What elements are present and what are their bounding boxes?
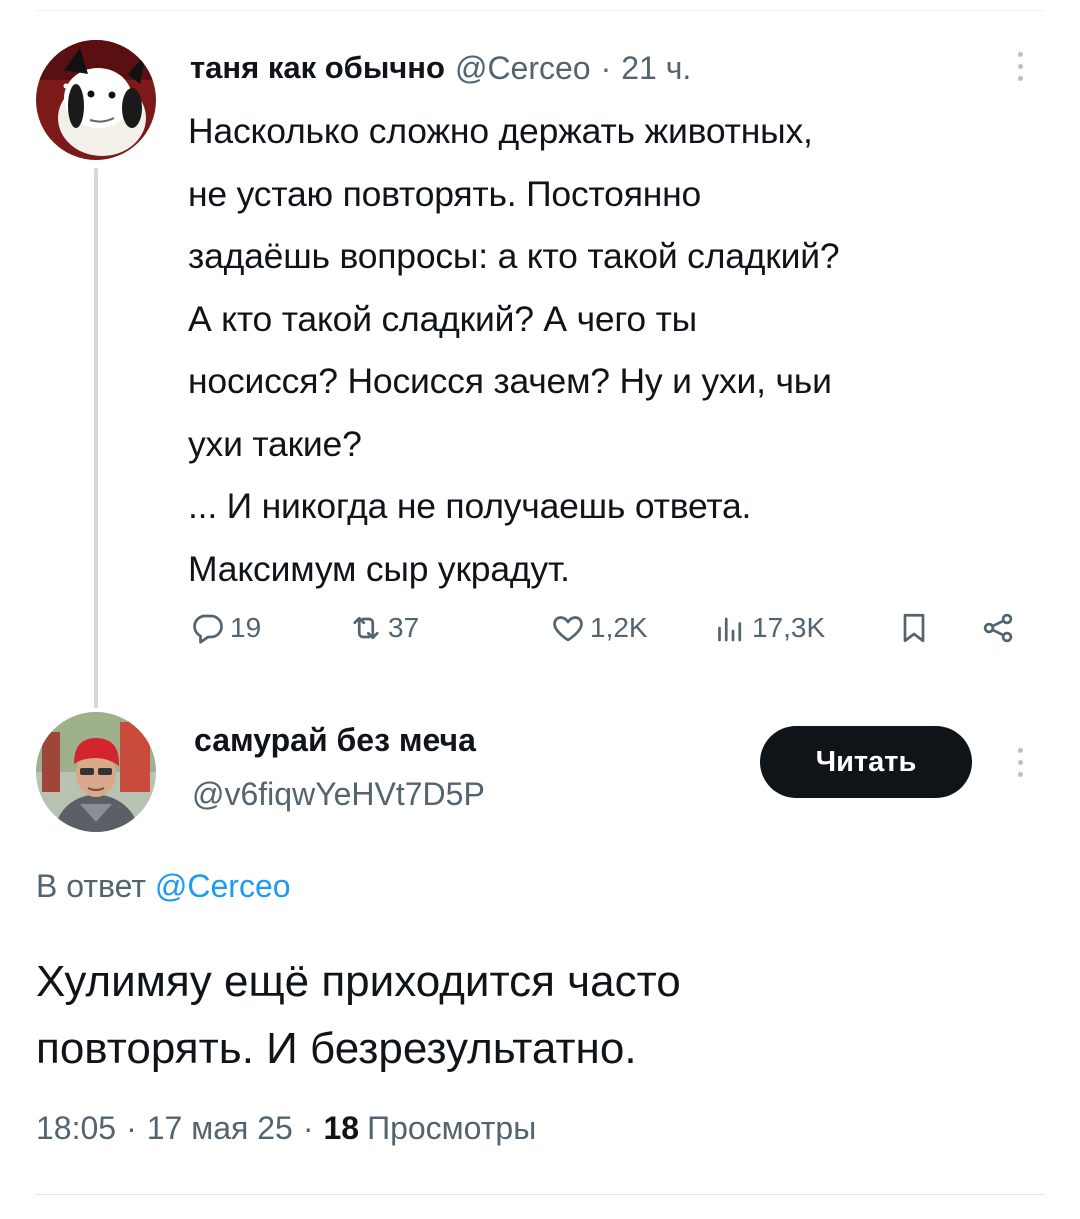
reply-button[interactable]: 19 <box>190 606 261 650</box>
more-vertical-icon[interactable] <box>1008 44 1032 88</box>
bookmark-icon <box>903 613 925 643</box>
separator-dot: · <box>126 1110 137 1146</box>
avatar[interactable] <box>36 712 156 832</box>
bottom-divider <box>36 1194 1044 1195</box>
avatar-image <box>36 712 156 832</box>
more-vertical-icon[interactable] <box>1008 740 1032 784</box>
like-count: 1,2K <box>590 612 648 643</box>
separator-dot: · <box>600 49 612 86</box>
tweet-time[interactable]: 21 ч. <box>621 50 691 87</box>
heart-icon <box>553 616 583 642</box>
author-handle[interactable]: @Cerceo <box>455 50 591 87</box>
reply-count: 19 <box>230 612 262 643</box>
tweet-time[interactable]: 18:05 <box>36 1110 116 1147</box>
tweet-text: Хулимяу ещё приходится часто повторять. … <box>36 957 681 1073</box>
retweet-count: 37 <box>388 612 420 643</box>
tweet-text: Насколько сложно держать животных, не ус… <box>188 111 840 589</box>
share-icon <box>983 613 1013 643</box>
share-button[interactable] <box>980 606 1016 650</box>
views-icon <box>718 617 742 642</box>
top-divider <box>36 10 1044 11</box>
tweet-actions: 19 37 1,2K 17,3K <box>0 606 1080 650</box>
avatar-image <box>36 40 156 160</box>
views-count: 17,3K <box>752 612 826 643</box>
author-name[interactable]: таня как обычно <box>190 50 445 86</box>
views-count[interactable]: 18 <box>323 1110 359 1147</box>
author-handle[interactable]: @v6fiqwYeHVt7D5P <box>192 776 485 813</box>
follow-button[interactable]: Читать <box>760 726 972 798</box>
views-label[interactable]: Просмотры <box>367 1110 536 1147</box>
reply-icon <box>193 614 223 644</box>
like-button[interactable]: 1,2K <box>550 606 648 650</box>
bookmark-button[interactable] <box>896 606 932 650</box>
tweet-date[interactable]: 17 мая 25 <box>147 1110 293 1147</box>
separator-dot: · <box>302 1110 314 1146</box>
avatar[interactable] <box>36 40 156 160</box>
author-name[interactable]: самурай без меча <box>194 722 476 759</box>
retweet-button[interactable]: 37 <box>348 606 419 650</box>
views-button[interactable]: 17,3K <box>712 606 825 650</box>
tweet-meta: 18:05 · 17 мая 25 · 18 Просмотры <box>36 1110 536 1147</box>
reply-context: В ответ @Cerceo <box>36 868 291 905</box>
reply-to-label: В ответ <box>36 868 147 904</box>
retweet-icon <box>353 616 379 640</box>
tweet-header: таня как обычно @Cerceo · 21 ч. <box>190 44 691 92</box>
reply-to-mention[interactable]: @Cerceo <box>155 868 291 904</box>
